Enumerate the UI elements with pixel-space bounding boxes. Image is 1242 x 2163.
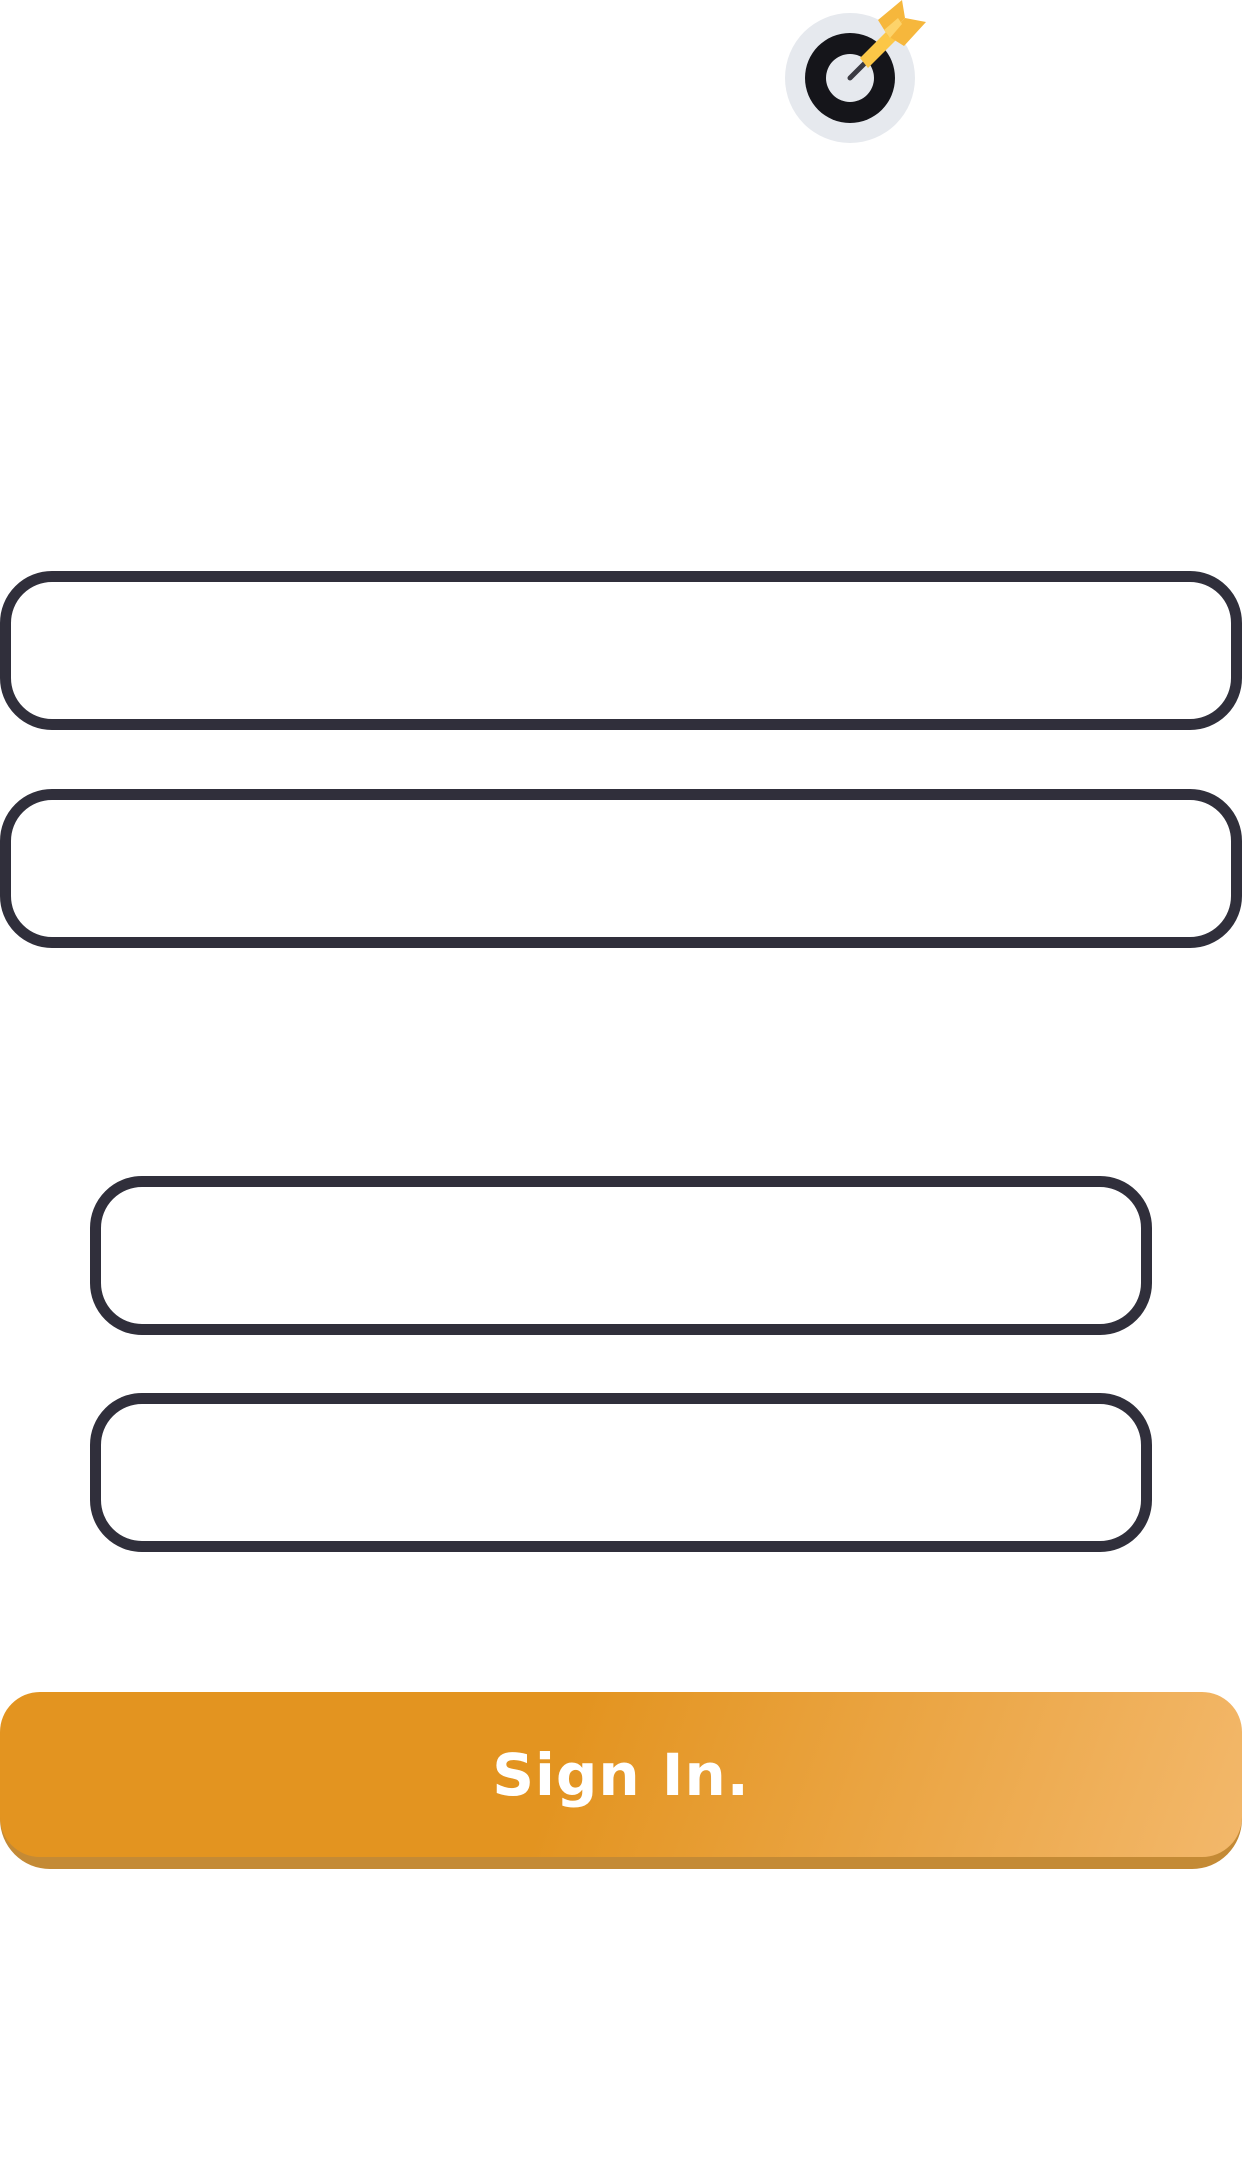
- text-field-3[interactable]: [90, 1176, 1152, 1335]
- target-dart-icon: [785, 0, 926, 143]
- text-field-2[interactable]: [0, 789, 1242, 948]
- sign-in-button[interactable]: Sign In.: [0, 1692, 1242, 1857]
- sign-in-button-label: Sign In.: [492, 1740, 750, 1809]
- text-field-4[interactable]: [90, 1393, 1152, 1552]
- sign-in-screen: Sign In.: [0, 0, 1242, 2163]
- text-field-1[interactable]: [0, 571, 1242, 730]
- app-logo: [780, 0, 930, 150]
